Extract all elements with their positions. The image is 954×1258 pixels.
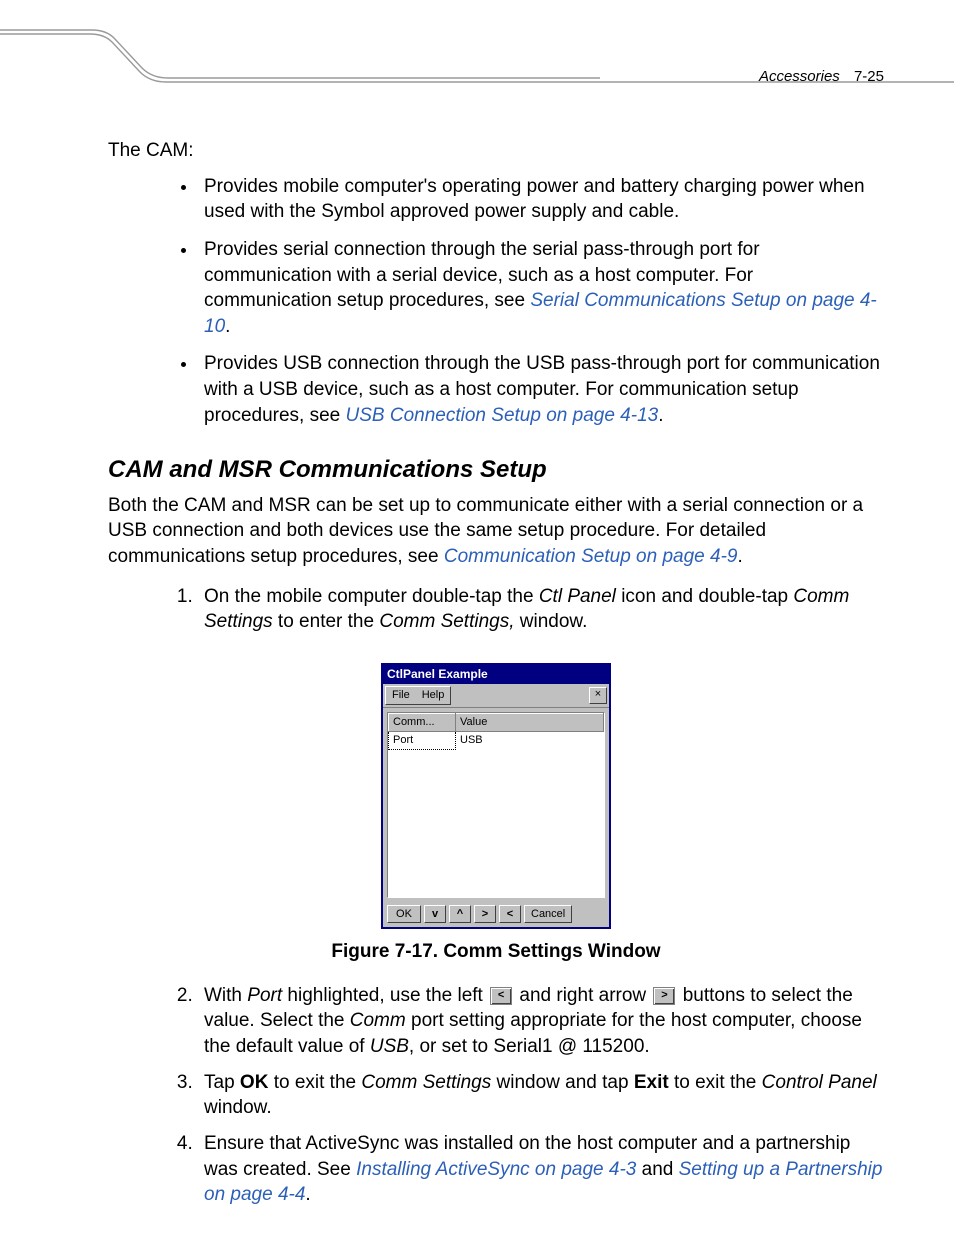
cancel-button[interactable]: Cancel [524, 905, 572, 923]
left-arrow-icon: < [490, 987, 512, 1005]
xref-link-activesync[interactable]: Installing ActiveSync on page 4-3 [356, 1159, 636, 1180]
step-item: Ensure that ActiveSync was installed on … [198, 1131, 884, 1208]
cell-port[interactable]: Port [389, 731, 456, 749]
right-arrow-icon: > [653, 987, 675, 1005]
ui-term: Comm Settings, [379, 611, 514, 632]
step-text: Tap [204, 1072, 240, 1093]
ui-term: Control Panel [762, 1072, 877, 1093]
section-heading: CAM and MSR Communications Setup [108, 454, 884, 486]
step-text: icon and double-tap [616, 586, 793, 607]
xref-link-usb-conn[interactable]: USB Connection Setup on page 4-13 [346, 405, 659, 426]
table-row[interactable]: Port USB [389, 731, 604, 749]
window-client-area: Comm... Value Port USB [387, 712, 605, 898]
ui-term: USB [370, 1036, 409, 1057]
column-header-value[interactable]: Value [456, 714, 604, 732]
step-item: With Port highlighted, use the left < an… [198, 983, 884, 1060]
ui-term: Exit [634, 1072, 669, 1093]
ui-term: OK [240, 1072, 269, 1093]
para-text: . [737, 546, 742, 567]
close-button[interactable]: × [589, 687, 607, 704]
bullet-item: Provides serial connection through the s… [198, 237, 884, 340]
cell-value: USB [456, 731, 604, 749]
ui-term: Port [247, 985, 282, 1006]
chapter-name: Accessories [759, 68, 840, 85]
figure-caption: Figure 7-17. Comm Settings Window [108, 939, 884, 965]
ui-term: Ctl Panel [539, 586, 616, 607]
step-text: window. [204, 1097, 272, 1118]
step-text: and right arrow [514, 985, 651, 1006]
right-button[interactable]: > [474, 905, 496, 923]
xref-link-comm-setup[interactable]: Communication Setup on page 4-9 [444, 546, 738, 567]
window-menubar: File Help × [383, 684, 609, 708]
bullet-item: Provides USB connection through the USB … [198, 351, 884, 428]
intro-lead: The CAM: [108, 138, 884, 164]
window-titlebar: CtlPanel Example [383, 665, 609, 684]
ui-term: Comm Settings [361, 1072, 491, 1093]
step-text: On the mobile computer double-tap the [204, 586, 539, 607]
step-text: window and tap [491, 1072, 634, 1093]
page-number: 7-25 [854, 68, 884, 85]
menu-file[interactable]: File [386, 687, 416, 704]
step-text: and [636, 1159, 678, 1180]
left-button[interactable]: < [499, 905, 521, 923]
step-text: highlighted, use the left [282, 985, 488, 1006]
step-text: , or set to Serial1 @ 115200. [409, 1036, 650, 1057]
section-para: Both the CAM and MSR can be set up to co… [108, 493, 884, 570]
bullet-text: . [658, 405, 663, 426]
step-item: On the mobile computer double-tap the Ct… [198, 584, 884, 635]
menu-help[interactable]: Help [416, 687, 451, 704]
bullet-text: . [225, 316, 230, 337]
comm-settings-window: CtlPanel Example File Help × Comm... Val… [381, 663, 611, 929]
bullet-text: Provides mobile computer's operating pow… [204, 176, 865, 223]
ui-term: Comm [350, 1010, 406, 1031]
column-header-comm[interactable]: Comm... [389, 714, 456, 732]
down-button[interactable]: v [424, 905, 446, 923]
step-text: to enter the [273, 611, 380, 632]
running-header: Accessories 7-25 [759, 68, 884, 85]
step-text: With [204, 985, 247, 1006]
step-text: window. [515, 611, 588, 632]
window-button-bar: OK v ^ > < Cancel [383, 902, 609, 927]
step-text: . [305, 1184, 310, 1205]
ok-button[interactable]: OK [387, 905, 421, 923]
step-item: Tap OK to exit the Comm Settings window … [198, 1070, 884, 1121]
page-header-ornament [0, 0, 954, 100]
bullet-item: Provides mobile computer's operating pow… [198, 174, 884, 225]
up-button[interactable]: ^ [449, 905, 471, 923]
step-text: to exit the [268, 1072, 361, 1093]
step-text: to exit the [669, 1072, 762, 1093]
